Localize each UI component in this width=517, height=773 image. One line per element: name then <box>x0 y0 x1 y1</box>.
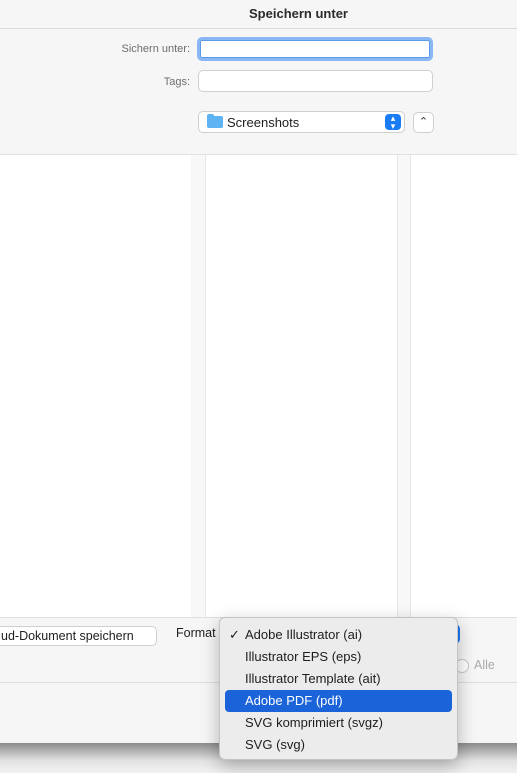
format-menu: ✓ Adobe Illustrator (ai) Illustrator EPS… <box>219 617 458 760</box>
browser-column-2[interactable] <box>205 155 398 617</box>
chevron-up-icon: ⌃ <box>418 116 429 128</box>
folder-icon <box>207 114 223 128</box>
browser-column-3[interactable] <box>410 155 517 617</box>
collapse-button[interactable]: ⌃ <box>413 112 434 133</box>
menu-item-label: SVG (svg) <box>245 737 305 752</box>
format-label: Format <box>176 626 216 640</box>
tags-input[interactable] <box>198 70 433 92</box>
menu-item-ai[interactable]: ✓ Adobe Illustrator (ai) <box>225 624 452 646</box>
location-popup[interactable]: Screenshots ▴ ▾ <box>198 111 405 133</box>
browser-column-1[interactable] <box>0 155 191 617</box>
menu-item-svg[interactable]: SVG (svg) <box>225 734 452 756</box>
all-label: Alle <box>474 658 495 672</box>
checkmark-icon: ✓ <box>229 627 240 642</box>
file-browser <box>0 155 517 617</box>
menu-item-label: Adobe PDF (pdf) <box>245 693 343 708</box>
dialog-title: Speichern unter <box>249 6 348 21</box>
save-as-input[interactable] <box>197 37 433 61</box>
menu-item-label: Illustrator EPS (eps) <box>245 649 362 664</box>
title-bar: Speichern unter <box>0 0 517 29</box>
menu-item-eps[interactable]: Illustrator EPS (eps) <box>225 646 452 668</box>
tags-label: Tags: <box>163 76 190 88</box>
location-label: Screenshots <box>227 115 300 130</box>
cloud-save-button[interactable]: ud-Dokument speichern <box>0 626 157 646</box>
menu-item-pdf[interactable]: Adobe PDF (pdf) <box>225 690 452 712</box>
save-form: Sichern unter: Tags: <box>0 29 517 155</box>
popup-stepper-icon: ▴ ▾ <box>385 114 401 131</box>
menu-item-label: SVG komprimiert (svgz) <box>245 715 383 730</box>
menu-item-svgz[interactable]: SVG komprimiert (svgz) <box>225 712 452 734</box>
menu-item-ait[interactable]: Illustrator Template (ait) <box>225 668 452 690</box>
save-as-label: Sichern unter: <box>121 43 190 55</box>
menu-item-label: Illustrator Template (ait) <box>245 671 381 686</box>
menu-item-label: Adobe Illustrator (ai) <box>245 627 363 642</box>
